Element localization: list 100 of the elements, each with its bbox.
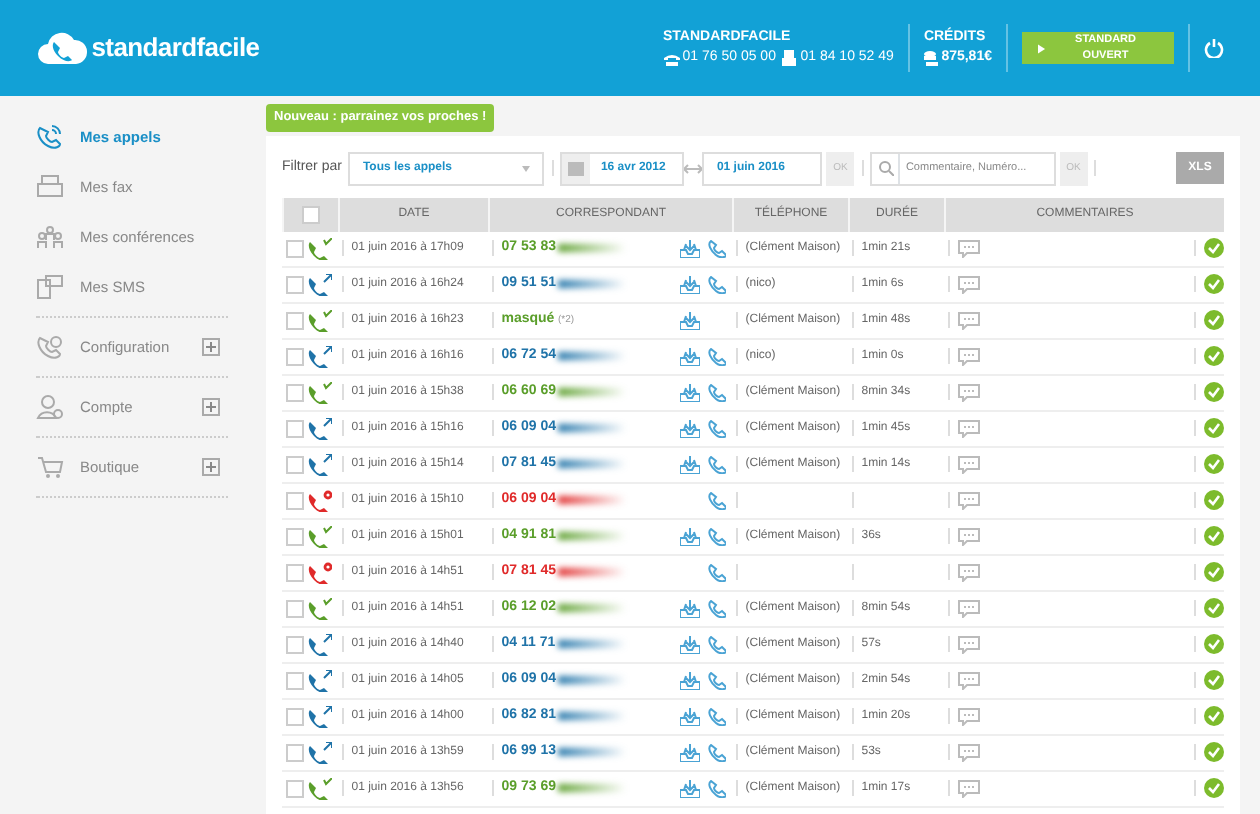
check-circle-icon bbox=[1204, 634, 1224, 655]
voicemail-tray-icon[interactable] bbox=[680, 635, 700, 654]
voicemail-tray-icon[interactable] bbox=[680, 239, 700, 258]
power-icon[interactable] bbox=[1204, 38, 1224, 58]
voicemail-tray-icon[interactable] bbox=[680, 419, 700, 438]
check-circle-icon bbox=[1204, 418, 1224, 439]
redacted-digits bbox=[558, 568, 626, 577]
plus-icon bbox=[206, 462, 216, 472]
fax-icon bbox=[782, 50, 797, 67]
expand-icon[interactable] bbox=[202, 338, 220, 356]
handset-icon[interactable] bbox=[707, 491, 725, 510]
handset-icon[interactable] bbox=[707, 239, 725, 258]
check-circle-icon bbox=[1204, 274, 1224, 295]
row-checkbox[interactable] bbox=[285, 311, 304, 330]
voicemail-tray-icon[interactable] bbox=[680, 599, 700, 618]
comment-icon[interactable] bbox=[957, 707, 980, 726]
row-checkbox[interactable] bbox=[285, 635, 304, 654]
row-checkbox[interactable] bbox=[285, 527, 304, 546]
comment-icon[interactable] bbox=[957, 743, 980, 762]
phone-message-icon bbox=[36, 274, 64, 300]
handset-icon[interactable] bbox=[707, 383, 725, 402]
voicemail-tray-icon[interactable] bbox=[680, 455, 700, 474]
comment-icon[interactable] bbox=[957, 671, 980, 690]
check-circle-icon bbox=[1204, 706, 1224, 727]
comment-icon[interactable] bbox=[957, 419, 980, 438]
handset-icon[interactable] bbox=[707, 707, 725, 726]
user-gear-icon bbox=[36, 394, 64, 420]
redacted-digits bbox=[558, 676, 626, 685]
handset-icon[interactable] bbox=[707, 563, 725, 582]
redacted-digits bbox=[558, 784, 626, 793]
expand-icon[interactable] bbox=[202, 458, 220, 476]
comment-icon[interactable] bbox=[957, 275, 980, 294]
row-checkbox[interactable] bbox=[285, 419, 304, 438]
redacted-digits bbox=[558, 496, 626, 505]
row-checkbox[interactable] bbox=[285, 455, 304, 474]
select-all-checkbox[interactable] bbox=[302, 205, 320, 224]
check-circle-icon bbox=[1204, 598, 1224, 619]
redacted-digits bbox=[558, 244, 626, 253]
voicemail-tray-icon[interactable] bbox=[680, 743, 700, 762]
play-icon bbox=[1038, 43, 1046, 53]
check-circle-icon bbox=[1204, 562, 1224, 583]
redacted-digits bbox=[558, 460, 626, 469]
row-checkbox[interactable] bbox=[285, 707, 304, 726]
comment-icon[interactable] bbox=[957, 347, 980, 366]
row-checkbox[interactable] bbox=[285, 347, 304, 366]
handset-icon[interactable] bbox=[707, 347, 725, 366]
handset-icon[interactable] bbox=[707, 599, 725, 618]
people-icon bbox=[36, 224, 64, 250]
row-checkbox[interactable] bbox=[285, 671, 304, 690]
voicemail-tray-icon[interactable] bbox=[680, 311, 700, 330]
row-checkbox[interactable] bbox=[285, 275, 304, 294]
handset-icon[interactable] bbox=[707, 779, 725, 798]
row-checkbox[interactable] bbox=[285, 599, 304, 618]
handset-icon[interactable] bbox=[707, 275, 725, 294]
caret-icon bbox=[522, 165, 531, 172]
redacted-digits bbox=[557, 640, 626, 649]
comment-icon[interactable] bbox=[957, 527, 980, 546]
voicemail-tray-icon[interactable] bbox=[680, 779, 700, 798]
check-circle-icon bbox=[1204, 742, 1224, 763]
plus-icon bbox=[206, 402, 216, 412]
redacted-digits bbox=[558, 280, 626, 289]
row-checkbox[interactable] bbox=[285, 383, 304, 402]
handset-icon[interactable] bbox=[707, 743, 725, 762]
comment-icon[interactable] bbox=[957, 563, 980, 582]
comment-icon[interactable] bbox=[957, 635, 980, 654]
check-circle-icon bbox=[1204, 670, 1224, 691]
handset-icon[interactable] bbox=[707, 635, 725, 654]
printer-icon bbox=[36, 174, 64, 200]
voicemail-tray-icon[interactable] bbox=[680, 707, 700, 726]
voicemail-tray-icon[interactable] bbox=[680, 347, 700, 366]
comment-icon[interactable] bbox=[957, 311, 980, 330]
plus-icon bbox=[206, 342, 216, 352]
redacted-digits bbox=[558, 388, 626, 397]
voicemail-tray-icon[interactable] bbox=[680, 275, 700, 294]
comment-icon[interactable] bbox=[957, 779, 980, 798]
row-checkbox[interactable] bbox=[285, 563, 304, 582]
calendar-icon bbox=[562, 153, 591, 184]
comment-icon[interactable] bbox=[957, 491, 980, 510]
handset-icon[interactable] bbox=[707, 527, 725, 546]
expand-icon[interactable] bbox=[202, 398, 220, 416]
redacted-digits bbox=[558, 532, 626, 541]
voicemail-tray-icon[interactable] bbox=[680, 671, 700, 690]
redacted-digits bbox=[558, 424, 626, 433]
comment-icon[interactable] bbox=[957, 383, 980, 402]
comment-icon[interactable] bbox=[957, 599, 980, 618]
row-checkbox[interactable] bbox=[285, 491, 304, 510]
desk-phone-icon bbox=[663, 51, 679, 66]
handset-icon[interactable] bbox=[707, 671, 725, 690]
voicemail-tray-icon[interactable] bbox=[680, 527, 700, 546]
handset-icon[interactable] bbox=[707, 455, 725, 474]
search-icon bbox=[878, 160, 895, 177]
comment-icon[interactable] bbox=[957, 239, 980, 258]
row-checkbox[interactable] bbox=[285, 743, 304, 762]
phone-gear-icon bbox=[36, 334, 64, 360]
row-checkbox[interactable] bbox=[285, 239, 304, 258]
handset-icon[interactable] bbox=[707, 419, 725, 438]
voicemail-tray-icon[interactable] bbox=[680, 383, 700, 402]
comment-icon[interactable] bbox=[957, 455, 980, 474]
check-circle-icon bbox=[1204, 778, 1224, 799]
row-checkbox[interactable] bbox=[285, 779, 304, 798]
